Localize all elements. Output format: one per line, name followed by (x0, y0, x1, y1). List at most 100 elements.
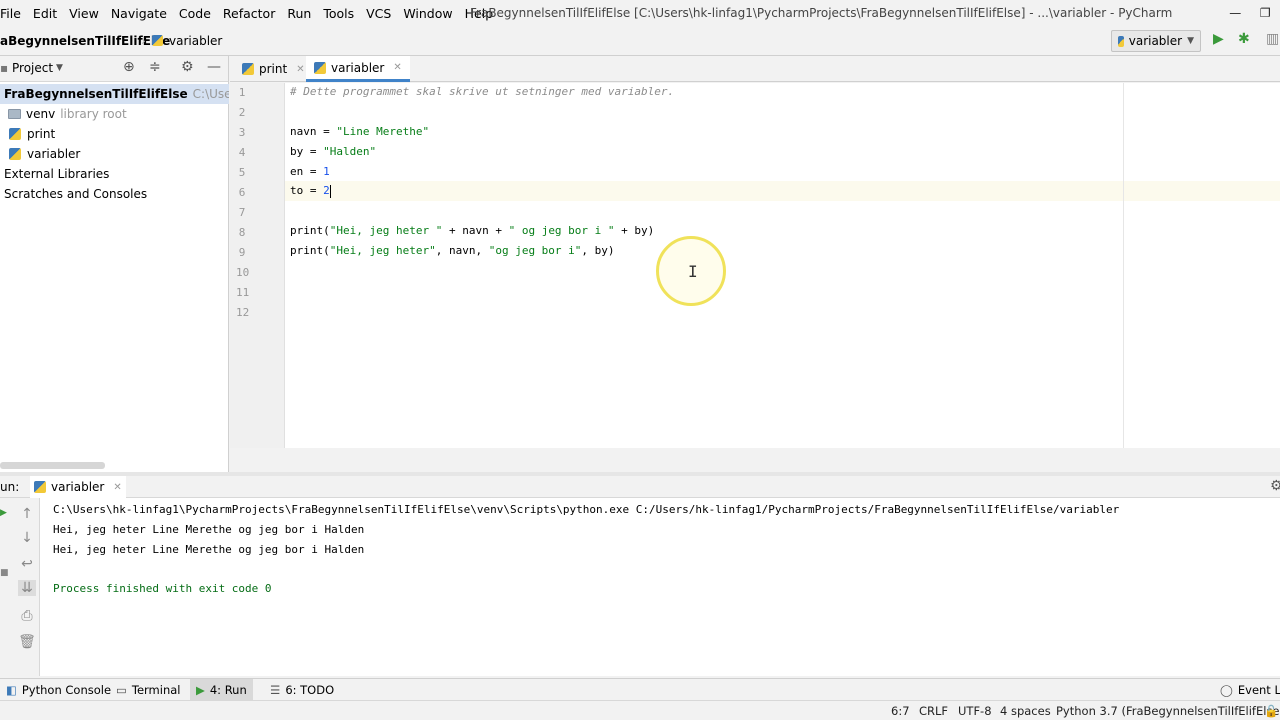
tree-root-path: C:\Users\hk-li (192, 87, 229, 101)
tree-item-variabler[interactable]: variabler (9, 144, 80, 164)
menu-view[interactable]: View (63, 6, 105, 21)
tool-window-todo[interactable]: ☰ 6: TODO (264, 679, 340, 701)
menu-file[interactable]: File (0, 6, 27, 21)
console-line-output: Hei, jeg heter Line Merethe og jeg bor i… (53, 543, 365, 556)
breadcrumb-file[interactable]: variabler (152, 34, 222, 48)
restore-icon[interactable]: ❐ (1260, 6, 1271, 20)
tree-item-external-libraries[interactable]: External Libraries (0, 164, 109, 184)
line-number: 7 (238, 206, 246, 219)
stop-icon[interactable]: ■ (0, 568, 9, 578)
line-number: 6 (238, 186, 246, 199)
file-encoding[interactable]: UTF-8 (958, 704, 992, 718)
code-token: print( (290, 244, 330, 257)
arrow-up-icon[interactable]: ↑ (18, 506, 36, 522)
navigation-bar: aBegynnelsenTilIfElifElse › variabler ▶ … (0, 26, 1280, 56)
gear-icon[interactable]: ⚙ (1270, 478, 1280, 494)
console-line-exit: Process finished with exit code 0 (53, 582, 272, 595)
tab-print[interactable]: print ✕ (234, 56, 313, 82)
todo-icon: ☰ (270, 683, 281, 697)
python-file-icon (314, 61, 326, 74)
tree-item-scratches[interactable]: Scratches and Consoles (0, 184, 147, 204)
close-icon[interactable]: ✕ (113, 482, 121, 493)
code-string: "Hei, jeg heter" (329, 244, 436, 257)
minimize-icon[interactable]: — (1229, 6, 1241, 20)
chevron-down-icon[interactable]: ▼ (56, 63, 63, 73)
menu-run[interactable]: Run (281, 6, 317, 21)
menu-code[interactable]: Code (173, 6, 217, 21)
code-line-6: to = 2 (290, 181, 331, 201)
project-view-selector[interactable]: Project (12, 61, 53, 75)
close-icon[interactable]: ✕ (393, 62, 401, 73)
code-number: 1 (323, 165, 330, 178)
menu-edit[interactable]: Edit (27, 6, 63, 21)
run-panel-label: un: (0, 480, 20, 494)
gear-icon[interactable]: ⚙ (181, 59, 194, 75)
hide-panel-icon[interactable]: — (207, 59, 221, 75)
right-margin-guide (1123, 83, 1124, 448)
indent-setting[interactable]: 4 spaces (1000, 704, 1051, 718)
tree-item-label: variabler (27, 147, 81, 161)
line-separator[interactable]: CRLF (919, 704, 948, 718)
code-string: "Hei, jeg heter " (329, 224, 443, 237)
menu-vcs[interactable]: VCS (360, 6, 397, 21)
editor-tabs: print ✕ variabler ✕ (230, 56, 1280, 82)
python-file-icon (9, 148, 21, 160)
code-editor[interactable] (285, 83, 1280, 448)
menu-tools[interactable]: Tools (317, 6, 360, 21)
run-icon[interactable]: ▶ (1213, 31, 1224, 47)
run-panel-toolbar: ↑ ↓ ↩ ⇊ ⎙ 🗑 ▶ ■ (0, 498, 40, 676)
tool-window-label: Terminal (131, 683, 181, 697)
menu-window[interactable]: Window (397, 6, 458, 21)
code-number: 2 (323, 184, 330, 197)
menu-navigate[interactable]: Navigate (105, 6, 173, 21)
line-number: 3 (238, 126, 246, 139)
project-panel: ▪ Project ▼ ⊕ ≑ ⚙ — FraBegynnelsenTilIfE… (0, 56, 229, 472)
soft-wrap-icon[interactable]: ↩ (18, 556, 36, 572)
run-configuration-selector[interactable]: variabler ▼ (1111, 30, 1201, 52)
breadcrumb-file-label: variabler (169, 34, 223, 48)
code-token: navn = (290, 125, 337, 138)
trash-icon[interactable]: 🗑 (18, 634, 36, 650)
text-caret (329, 184, 331, 198)
rerun-icon[interactable]: ▶ (0, 508, 7, 518)
tab-label: print (259, 62, 288, 76)
run-tab-variabler[interactable]: variabler ✕ (30, 476, 126, 498)
scroll-to-end-icon[interactable]: ⇊ (18, 580, 36, 596)
code-line-1: # Dette programmet skal skrive ut setnin… (290, 82, 674, 102)
library-root-hint: library root (60, 107, 127, 121)
python-config-icon (1118, 35, 1124, 47)
debug-icon[interactable]: ✱ (1238, 31, 1250, 47)
code-token: print( (290, 224, 330, 237)
line-number: 1 (238, 86, 246, 99)
caret-position[interactable]: 6:7 (891, 704, 910, 718)
tool-window-run[interactable]: ▶ 4: Run (190, 679, 253, 701)
locate-icon[interactable]: ⊕ (123, 59, 135, 75)
run-panel-header: un: variabler ✕ ⚙ (0, 476, 1280, 498)
menu-refactor[interactable]: Refactor (217, 6, 281, 21)
line-number: 9 (238, 246, 246, 259)
tree-item-print[interactable]: print (9, 124, 55, 144)
coverage-icon[interactable]: ▥ (1266, 31, 1279, 47)
python-file-icon (242, 63, 254, 75)
close-icon[interactable]: ✕ (296, 64, 304, 75)
print-icon[interactable]: ⎙ (18, 608, 36, 624)
tool-window-python-console[interactable]: ◧ Python Console (0, 679, 117, 701)
line-number: 4 (238, 146, 246, 159)
code-token: en = (290, 165, 324, 178)
tab-label: variabler (331, 60, 385, 75)
tree-item-venv[interactable]: venv library root (8, 104, 127, 124)
code-line-9: print("Hei, jeg heter", navn, "og jeg bo… (290, 241, 615, 261)
tab-variabler[interactable]: variabler ✕ (306, 56, 410, 82)
tool-window-event-log[interactable]: ◯ Event Lo (1214, 679, 1280, 701)
lock-icon[interactable]: 🔓 (1264, 704, 1278, 718)
arrow-down-icon[interactable]: ↓ (18, 530, 36, 546)
code-string: "og jeg bor i" (488, 244, 582, 257)
horizontal-scrollbar[interactable] (0, 462, 105, 469)
python-file-icon (34, 481, 46, 493)
collapse-all-icon[interactable]: ≑ (149, 59, 161, 75)
tool-window-terminal[interactable]: ▭ Terminal (110, 679, 186, 701)
tree-root[interactable]: FraBegynnelsenTilIfElifElse C:\Users\hk-… (0, 84, 229, 104)
python-interpreter[interactable]: Python 3.7 (FraBegynnelsenTilIfElifElse) (1056, 704, 1280, 718)
line-number: 12 (236, 306, 250, 319)
code-token: + navn + (442, 224, 509, 237)
